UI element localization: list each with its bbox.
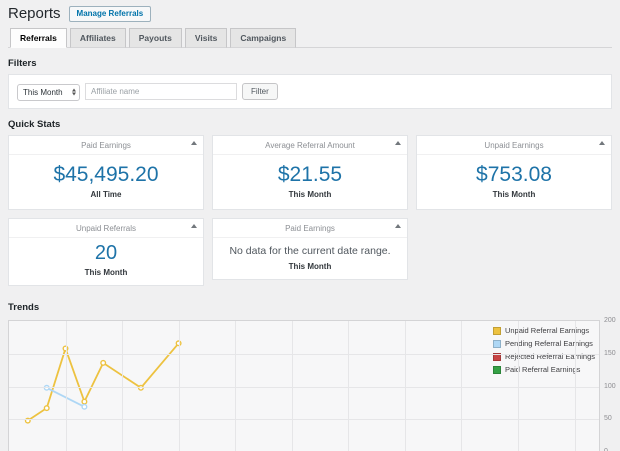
filter-button[interactable]: Filter [242, 83, 278, 100]
horizontal-gridline [9, 387, 599, 388]
tab-visits[interactable]: Visits [185, 28, 228, 48]
stat-card-body: 20 This Month [9, 238, 203, 285]
legend-item: Paid Referral Earnings [493, 365, 595, 374]
y-axis-label: 200 [604, 317, 620, 324]
stat-card-body: $45,495.20 All Time [9, 155, 203, 209]
stat-value: $753.08 [421, 163, 607, 186]
stat-card-header: Paid Earnings [213, 219, 407, 238]
triangle-up-icon [599, 141, 605, 145]
legend-item: Unpaid Referral Earnings [493, 326, 595, 335]
stat-period: This Month [421, 190, 607, 199]
chart-plot-area: Unpaid Referral Earnings Pending Referral… [8, 320, 600, 451]
y-axis-label: 100 [604, 383, 620, 390]
y-axis-label: 50 [604, 415, 620, 422]
stat-card-paid-earnings: Paid Earnings $45,495.20 All Time [8, 135, 204, 210]
stat-value: 20 [13, 242, 199, 264]
stat-value: $45,495.20 [13, 163, 199, 186]
triangle-up-icon [191, 224, 197, 228]
horizontal-gridline [9, 354, 599, 355]
legend-swatch-pending-referral-earnings [493, 340, 501, 348]
stat-card-average-referral-amount: Average Referral Amount $21.55 This Mont… [212, 135, 408, 210]
trends-chart: Unpaid Referral Earnings Pending Referral… [8, 318, 612, 451]
collapse-toggle-button[interactable] [189, 139, 199, 147]
y-axis-label: 150 [604, 350, 620, 357]
filters-heading: Filters [8, 58, 612, 69]
stat-card-body: $21.55 This Month [213, 155, 407, 209]
stat-card-title: Unpaid Earnings [484, 141, 543, 150]
chart-legend: Unpaid Referral Earnings Pending Referral… [493, 326, 595, 378]
tab-affiliates[interactable]: Affiliates [70, 28, 126, 48]
triangle-up-icon [395, 224, 401, 228]
reports-page: Reports Manage Referrals ReferralsAffili… [0, 0, 620, 451]
collapse-toggle-button[interactable] [393, 139, 403, 147]
triangle-up-icon [395, 141, 401, 145]
stat-card-title: Paid Earnings [285, 224, 335, 233]
quick-stats-row-1: Paid Earnings $45,495.20 All Time Averag… [8, 135, 612, 210]
page-title: Reports [8, 5, 61, 22]
data-point [101, 361, 106, 366]
filters-box: This Month Filter [8, 74, 612, 109]
stat-card-title: Paid Earnings [81, 141, 131, 150]
tab-campaigns[interactable]: Campaigns [230, 28, 296, 48]
legend-swatch-paid-referral-earnings [493, 366, 501, 374]
legend-swatch-unpaid-referral-earnings [493, 327, 501, 335]
date-range-select-wrap: This Month [17, 82, 80, 101]
trends-heading: Trends [8, 302, 612, 313]
page-header: Reports Manage Referrals [8, 0, 612, 22]
data-point [44, 406, 49, 411]
stat-card-header: Unpaid Referrals [9, 219, 203, 238]
tab-payouts[interactable]: Payouts [129, 28, 182, 48]
stat-card-body: $753.08 This Month [417, 155, 611, 209]
date-range-select[interactable]: This Month [17, 84, 80, 101]
stat-card-title: Average Referral Amount [265, 141, 355, 150]
no-data-message: No data for the current date range. [217, 242, 403, 258]
stat-card-unpaid-referrals: Unpaid Referrals 20 This Month [8, 218, 204, 286]
data-point [82, 399, 87, 404]
stat-period: This Month [13, 268, 199, 277]
legend-label: Paid Referral Earnings [505, 365, 580, 374]
stat-card-header: Unpaid Earnings [417, 136, 611, 155]
collapse-toggle-button[interactable] [393, 222, 403, 230]
stat-period: This Month [217, 190, 403, 199]
manage-referrals-button[interactable]: Manage Referrals [69, 6, 152, 22]
quick-stats-row-2: Unpaid Referrals 20 This Month Paid Earn… [8, 218, 612, 286]
collapse-toggle-button[interactable] [189, 222, 199, 230]
triangle-up-icon [191, 141, 197, 145]
horizontal-gridline [9, 419, 599, 420]
stat-value: $21.55 [217, 163, 403, 186]
stat-card-header: Paid Earnings [9, 136, 203, 155]
stat-period: This Month [217, 262, 403, 271]
report-tabs: ReferralsAffiliatesPayoutsVisitsCampaign… [8, 28, 612, 48]
affiliate-name-input[interactable] [85, 83, 237, 100]
stat-card-body: No data for the current date range. This… [213, 238, 407, 279]
stat-card-header: Average Referral Amount [213, 136, 407, 155]
series-line-unpaid-referral-earnings [28, 343, 179, 420]
stat-period: All Time [13, 190, 199, 199]
stat-card-title: Unpaid Referrals [76, 224, 136, 233]
collapse-toggle-button[interactable] [597, 139, 607, 147]
stat-card-unpaid-earnings: Unpaid Earnings $753.08 This Month [416, 135, 612, 210]
stat-card-paid-earnings-no-data: Paid Earnings No data for the current da… [212, 218, 408, 280]
data-point [82, 405, 87, 410]
legend-item: Pending Referral Earnings [493, 339, 595, 348]
quick-stats-heading: Quick Stats [8, 119, 612, 130]
tab-referrals[interactable]: Referrals [10, 28, 67, 48]
